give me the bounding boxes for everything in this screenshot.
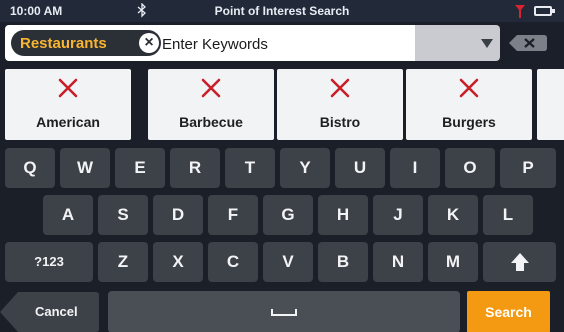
category-row: American Barbecue Bistro Burgers (0, 64, 564, 144)
backspace-icon (509, 35, 547, 51)
key-t[interactable]: T (225, 148, 275, 188)
key-o[interactable]: O (445, 148, 495, 188)
category-tile-next[interactable] (537, 69, 564, 140)
key-d[interactable]: D (153, 195, 203, 235)
key-v[interactable]: V (263, 242, 313, 282)
fork-knife-icon (330, 78, 350, 98)
key-n[interactable]: N (373, 242, 423, 282)
shift-key[interactable] (483, 242, 556, 282)
remove-category-icon[interactable]: × (139, 33, 159, 53)
category-tile-label: American (36, 114, 100, 130)
space-bar-icon (271, 309, 297, 316)
category-tile-label: Burgers (442, 114, 496, 130)
category-tile-bistro[interactable]: Bistro (277, 69, 403, 140)
fork-knife-icon (201, 78, 221, 98)
key-r[interactable]: R (170, 148, 220, 188)
key-p[interactable]: P (500, 148, 556, 188)
shift-arrow-icon (510, 253, 529, 271)
category-tile-label: Barbecue (179, 114, 243, 130)
search-dropdown[interactable] (415, 25, 500, 61)
key-symbols[interactable]: ?123 (5, 242, 93, 282)
key-f[interactable]: F (208, 195, 258, 235)
key-e[interactable]: E (115, 148, 165, 188)
key-c[interactable]: C (208, 242, 258, 282)
key-w[interactable]: W (60, 148, 110, 188)
backspace-button[interactable] (506, 32, 550, 54)
fork-knife-icon (58, 78, 78, 98)
key-h[interactable]: H (318, 195, 368, 235)
on-screen-keyboard: Q W E R T Y U I O P A S D F G H J K L ?1… (0, 144, 564, 332)
category-tile-label: Bistro (319, 114, 361, 130)
search-box: Restaurants × (5, 25, 415, 61)
search-row: Restaurants × (0, 22, 564, 64)
key-a[interactable]: A (43, 195, 93, 235)
space-key[interactable] (108, 291, 460, 332)
signal-icon (513, 3, 527, 22)
status-bar: 10:00 AM Point of Interest Search (0, 0, 564, 22)
key-l[interactable]: L (483, 195, 533, 235)
fork-knife-icon (459, 78, 479, 98)
key-g[interactable]: G (263, 195, 313, 235)
key-m[interactable]: M (428, 242, 478, 282)
search-button[interactable]: Search (467, 291, 550, 332)
key-s[interactable]: S (98, 195, 148, 235)
battery-icon (534, 6, 555, 16)
key-q[interactable]: Q (5, 148, 55, 188)
key-j[interactable]: J (373, 195, 423, 235)
key-k[interactable]: K (428, 195, 478, 235)
category-tile-burgers[interactable]: Burgers (406, 69, 532, 140)
key-z[interactable]: Z (98, 242, 148, 282)
key-b[interactable]: B (318, 242, 368, 282)
key-i[interactable]: I (390, 148, 440, 188)
category-tile-american[interactable]: American (5, 69, 131, 140)
category-chip[interactable]: Restaurants × (11, 30, 161, 56)
key-u[interactable]: U (335, 148, 385, 188)
cancel-button-label: Cancel (35, 304, 78, 319)
key-x[interactable]: X (153, 242, 203, 282)
chevron-down-icon (481, 39, 493, 48)
category-chip-label: Restaurants (20, 35, 107, 52)
cancel-button[interactable]: Cancel (0, 291, 100, 332)
key-y[interactable]: Y (280, 148, 330, 188)
screen-title: Point of Interest Search (214, 4, 350, 18)
category-tile-barbecue[interactable]: Barbecue (148, 69, 274, 140)
keyword-input[interactable] (162, 34, 402, 54)
